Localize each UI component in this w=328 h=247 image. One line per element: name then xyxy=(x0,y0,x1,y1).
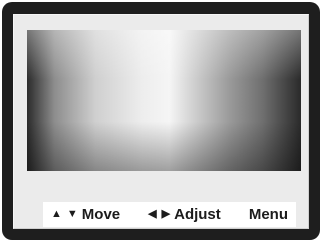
osd-help-bar: ▲ ▼ Move ◀ ▶ Adjust Menu xyxy=(43,202,296,227)
down-arrow-icon: ▼ xyxy=(66,208,78,220)
menu-hint: Menu xyxy=(249,207,288,222)
adjust-label: Adjust xyxy=(174,206,221,223)
up-arrow-icon: ▲ xyxy=(51,208,62,220)
move-hint: ▲ ▼ Move xyxy=(51,207,120,222)
right-arrow-icon: ▶ xyxy=(161,208,171,220)
adjust-hint: ◀ ▶ Adjust xyxy=(148,207,221,222)
picture-preview xyxy=(27,30,301,171)
menu-label: Menu xyxy=(248,206,288,223)
left-arrow-icon: ◀ xyxy=(148,208,157,220)
move-label: Move xyxy=(81,206,121,223)
